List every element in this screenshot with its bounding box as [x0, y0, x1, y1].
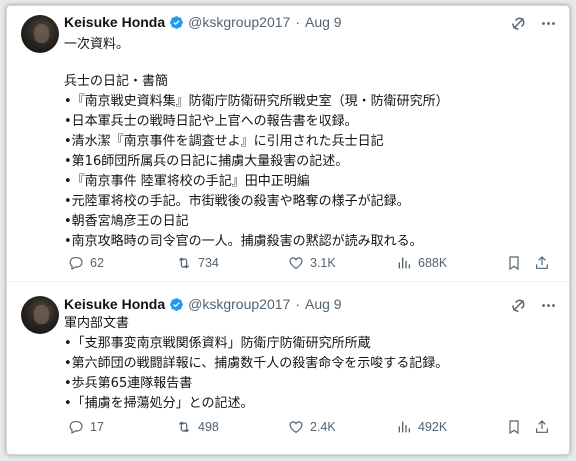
text-line: •清水潔『南京事件を調査せよ』に引用された兵士日記: [64, 134, 384, 149]
reply-button[interactable]: 17: [68, 419, 104, 435]
reply-count: 17: [90, 420, 104, 434]
text-line: •第六師団の戦闘詳報に、捕虜数千人の殺害命令を示唆する記録。: [64, 356, 449, 371]
analytics-icon: [398, 421, 410, 433]
heart-icon: [289, 257, 303, 270]
post-date[interactable]: Aug 9: [305, 14, 342, 30]
repost-count: 498: [198, 420, 219, 434]
reply-icon: [69, 257, 83, 271]
heart-icon: [289, 421, 303, 434]
like-count: 3.1K: [310, 256, 336, 270]
text-line: •朝香宮鳩彦王の日記: [64, 214, 189, 229]
text-line: •日本軍兵士の戦時日記や上官への報告書を収録。: [64, 114, 358, 129]
share-icon: [536, 256, 548, 269]
like-button[interactable]: 3.1K: [288, 255, 336, 271]
more-options-icon[interactable]: [539, 14, 557, 32]
grok-icon[interactable]: [509, 296, 527, 314]
timeline: Keisuke Honda @kskgroup2017 · Aug 9 一次資料…: [6, 5, 570, 455]
avatar[interactable]: [21, 296, 59, 334]
reply-button[interactable]: 62: [68, 255, 104, 271]
bookmark-button[interactable]: [506, 419, 528, 435]
tweet-header: Keisuke Honda @kskgroup2017 · Aug 9: [64, 12, 342, 32]
header-actions: [509, 14, 557, 32]
more-options-icon[interactable]: [539, 296, 557, 314]
like-count: 2.4K: [310, 420, 336, 434]
separator-dot: ·: [295, 14, 300, 30]
share-button[interactable]: [534, 255, 556, 271]
text-line: 軍内部文書: [64, 316, 130, 331]
text-line: •第16師団所属兵の日記に捕虜大量殺害の記述。: [64, 154, 349, 169]
bookmark-icon: [509, 420, 519, 435]
avatar[interactable]: [21, 15, 59, 53]
bookmark-icon: [509, 256, 519, 271]
share-icon: [536, 420, 548, 433]
action-bar: 62 734 3.1K 688K: [64, 253, 557, 273]
tweet-text: 軍内部文書 •「支那事変南京戦関係資料」防衛庁防衛研究所所蔵 •第六師団の戦闘詳…: [64, 314, 448, 414]
text-line: •元陸軍将校の手記。市街戦後の殺害や略奪の様子が記録。: [64, 194, 410, 209]
text-line: •「捕虜を掃蕩処分」との記述。: [64, 396, 254, 411]
tweet-text: 一次資料。 兵士の日記・書簡 •『南京戦史資料集』防衛庁防衛研究所戦史室（現・防…: [64, 35, 449, 252]
repost-button[interactable]: 498: [176, 419, 219, 435]
like-button[interactable]: 2.4K: [288, 419, 336, 435]
author-handle[interactable]: @kskgroup2017: [188, 14, 290, 30]
repost-count: 734: [198, 256, 219, 270]
bookmark-button[interactable]: [506, 255, 528, 271]
views-button[interactable]: 688K: [396, 255, 447, 271]
text-line: •『南京戦史資料集』防衛庁防衛研究所戦史室（現・防衛研究所）: [64, 94, 449, 109]
share-button[interactable]: [534, 419, 556, 435]
text-line: •『南京事件 陸軍将校の手記』田中正明編: [64, 174, 310, 189]
author-name[interactable]: Keisuke Honda: [64, 14, 165, 30]
repost-button[interactable]: 734: [176, 255, 219, 271]
author-name[interactable]: Keisuke Honda: [64, 296, 165, 312]
text-line: 一次資料。: [64, 37, 130, 52]
reply-icon: [69, 421, 83, 435]
repost-icon: [178, 421, 190, 433]
tweet[interactable]: Keisuke Honda @kskgroup2017 · Aug 9 軍内部文…: [7, 284, 569, 454]
author-handle[interactable]: @kskgroup2017: [188, 296, 290, 312]
separator-dot: ·: [295, 296, 300, 312]
repost-icon: [178, 257, 190, 269]
text-line: •歩兵第65連隊報告書: [64, 376, 193, 391]
text-line: •南京攻略時の司令官の一人。捕虜殺害の黙認が読み取れる。: [64, 234, 423, 249]
reply-count: 62: [90, 256, 104, 270]
header-actions: [509, 296, 557, 314]
analytics-icon: [398, 257, 410, 269]
verified-badge-icon: [170, 15, 184, 29]
text-line: 兵士の日記・書簡: [64, 74, 169, 89]
tweet[interactable]: Keisuke Honda @kskgroup2017 · Aug 9 一次資料…: [7, 6, 569, 282]
verified-badge-icon: [170, 297, 184, 311]
text-line: •「支那事変南京戦関係資料」防衛庁防衛研究所所蔵: [64, 336, 371, 351]
action-bar: 17 498 2.4K 492K: [64, 417, 557, 437]
post-date[interactable]: Aug 9: [305, 296, 342, 312]
view-count: 688K: [418, 256, 448, 270]
tweet-header: Keisuke Honda @kskgroup2017 · Aug 9: [64, 294, 342, 314]
views-button[interactable]: 492K: [396, 419, 447, 435]
view-count: 492K: [418, 420, 448, 434]
grok-icon[interactable]: [509, 14, 527, 32]
